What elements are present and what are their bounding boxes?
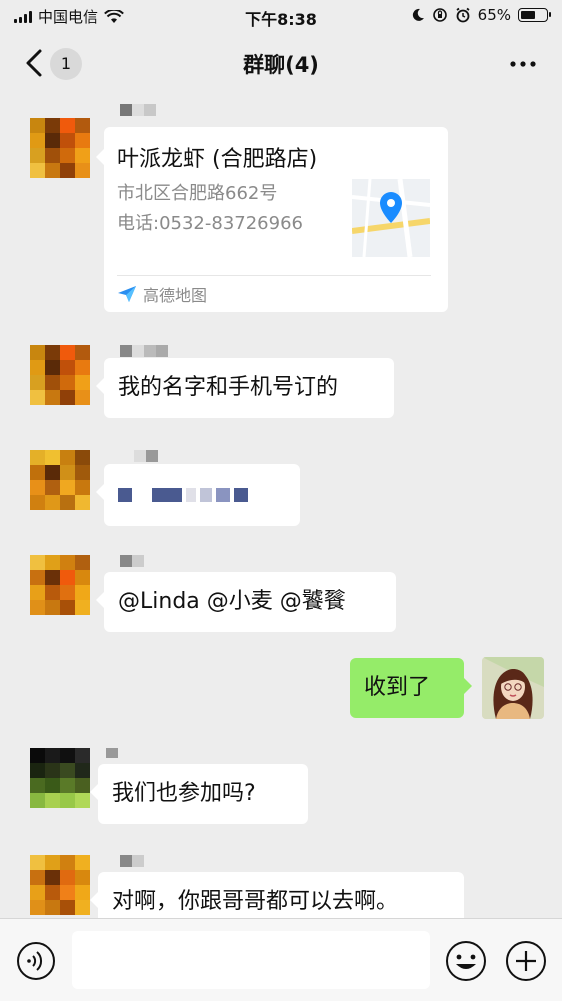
sender-name-blurred <box>106 748 118 758</box>
location-title: 叶派龙虾 (合肥路店) <box>117 147 318 172</box>
message-text: 收到了 <box>364 675 431 700</box>
message-bubble[interactable]: 我的名字和手机号订的 <box>96 358 394 418</box>
page-title: 群聊(4) <box>243 53 319 77</box>
map-thumbnail <box>352 179 430 257</box>
message-text: @Linda @小麦 @饕餮 <box>118 589 346 614</box>
sender-name-blurred <box>120 555 144 567</box>
map-source-label: 高德地图 <box>143 286 208 305</box>
sender-name-blurred <box>120 104 156 116</box>
avatar-self[interactable] <box>482 657 544 719</box>
emoji-icon[interactable] <box>444 939 488 983</box>
avatar[interactable] <box>30 118 90 178</box>
amap-logo-icon <box>118 286 136 302</box>
rotation-lock-icon <box>432 8 447 22</box>
avatar[interactable] <box>30 555 90 615</box>
message-input[interactable] <box>72 931 430 989</box>
location-phone: 电话:0532-83726966 <box>117 213 303 234</box>
message-bubble[interactable] <box>96 464 300 526</box>
avatar[interactable] <box>30 345 90 405</box>
plus-icon[interactable] <box>504 939 548 983</box>
avatar[interactable] <box>30 450 90 510</box>
battery-icon <box>518 8 551 22</box>
avatar[interactable] <box>30 855 90 915</box>
battery-percent: 65% <box>477 6 511 24</box>
more-icon[interactable] <box>508 54 538 74</box>
sender-name-blurred <box>120 345 168 357</box>
blurred-text <box>118 488 248 502</box>
voice-icon[interactable] <box>16 941 56 981</box>
message-bubble[interactable]: 我们也参加吗? <box>90 764 308 824</box>
message-text: 我的名字和手机号订的 <box>118 375 339 400</box>
sender-name-blurred <box>120 855 144 867</box>
sender-name-blurred <box>134 450 158 462</box>
location-address: 市北区合肥路662号 <box>117 183 278 204</box>
avatar[interactable] <box>30 748 90 808</box>
message-bubble-self[interactable]: 收到了 <box>350 658 472 718</box>
alarm-icon <box>456 7 470 23</box>
message-bubble[interactable]: @Linda @小麦 @饕餮 <box>96 572 396 632</box>
message-text: 对啊，你跟哥哥都可以去啊。 <box>112 889 399 914</box>
input-bar <box>0 918 562 1001</box>
message-text: 我们也参加吗? <box>112 781 256 806</box>
location-card[interactable]: 叶派龙虾 (合肥路店) 市北区合肥路662号 电话:0532-83726966 … <box>96 127 448 312</box>
divider <box>117 275 431 276</box>
nav-bar: 1 群聊(4) <box>0 32 562 94</box>
status-bar: 中国电信 下午8:38 65% <box>0 0 562 32</box>
moon-icon <box>412 8 424 21</box>
